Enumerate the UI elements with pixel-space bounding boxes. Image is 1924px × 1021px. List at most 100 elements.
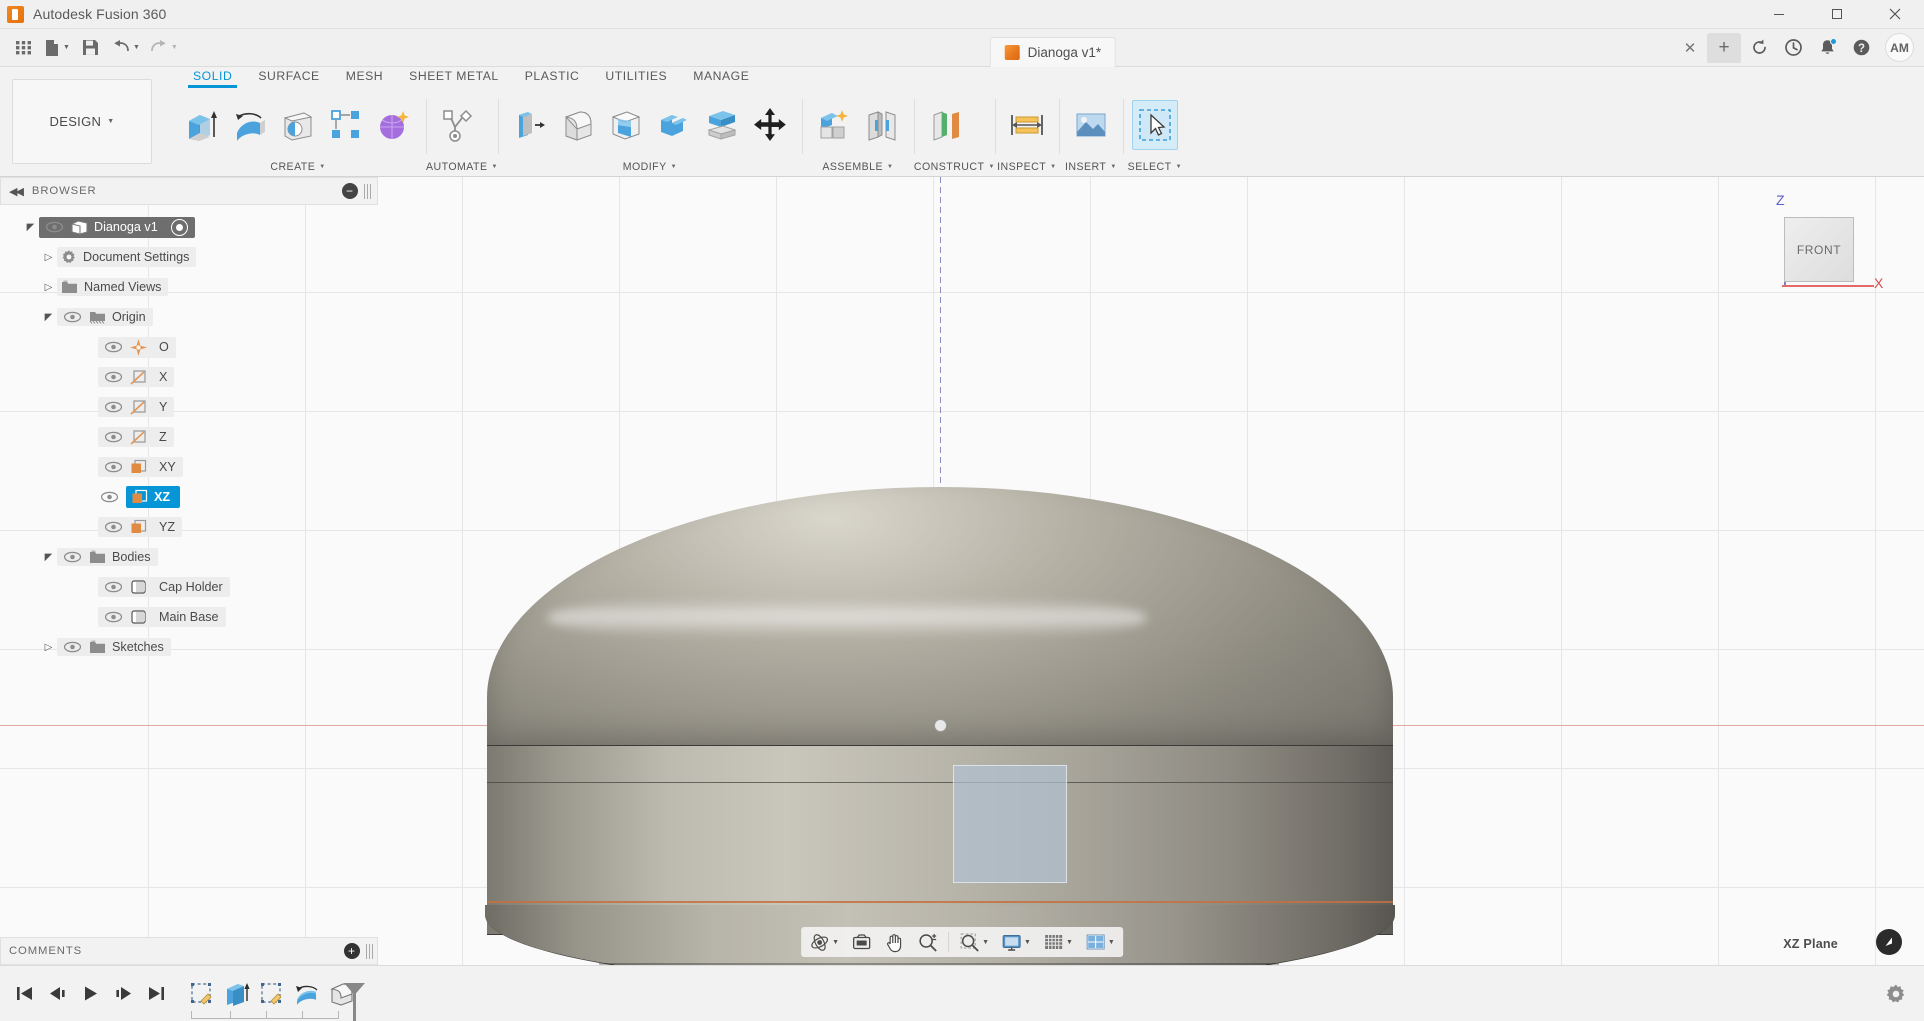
tree-item-origin-point-o[interactable]: O [0,332,378,362]
job-status-clock-icon[interactable] [1777,33,1809,63]
tree-item-origin-plane-xz[interactable]: XZ [0,482,378,512]
visibility-eye-icon[interactable] [43,221,65,233]
origin-point-marker[interactable] [934,719,947,732]
visibility-eye-icon[interactable] [61,311,83,323]
offset-plane-tool[interactable] [923,100,969,150]
help-icon[interactable]: ? [1845,33,1877,63]
pattern-tool[interactable] [323,100,369,150]
look-at-button[interactable] [846,928,877,956]
zoom-button[interactable] [912,928,943,956]
ribbon-group-label-construct[interactable]: CONSTRUCT ▼ [914,157,995,176]
ribbon-group-label-assemble[interactable]: ASSEMBLE ▼ [802,157,914,176]
user-avatar[interactable]: AM [1885,33,1914,62]
viewports-button[interactable]: ▼ [1080,928,1120,956]
measure-tool[interactable] [1004,100,1050,150]
extrude-tool[interactable] [179,100,225,150]
app-grid-button[interactable] [8,33,38,63]
visibility-eye-icon[interactable] [102,431,124,443]
workspace-selector[interactable]: DESIGN ▼ [12,79,152,164]
tree-item-body-cap-holder[interactable]: Cap Holder [0,572,378,602]
expand-arrow-icon[interactable]: ◤ [40,552,57,563]
tab-manage[interactable]: MANAGE [680,67,762,88]
joint-tool[interactable] [859,100,905,150]
tree-item-sketches[interactable]: ▷ Sketches [0,632,378,662]
ribbon-group-label-automate[interactable]: AUTOMATE ▼ [426,157,498,176]
ribbon-group-label-create[interactable]: CREATE ▼ [170,157,426,176]
grid-snaps-button[interactable]: ▼ [1038,928,1078,956]
display-settings-button[interactable]: ▼ [996,928,1036,956]
maximize-button[interactable] [1808,0,1866,29]
close-document-tab-button[interactable]: ✕ [1675,33,1705,63]
visibility-eye-icon[interactable] [102,341,124,353]
split-body-tool[interactable] [699,100,745,150]
fillet-tool[interactable] [555,100,601,150]
expand-arrow-icon[interactable]: ◤ [40,312,57,323]
tree-item-named-views[interactable]: ▷ Named Views [0,272,378,302]
tree-item-body-main-base[interactable]: Main Base [0,602,378,632]
automated-modeling-tool[interactable] [435,100,481,150]
new-component-tool[interactable] [811,100,857,150]
ribbon-group-label-inspect[interactable]: INSPECT ▼ [995,157,1059,176]
visibility-eye-icon[interactable] [102,461,124,473]
select-tool[interactable] [1131,100,1178,150]
visibility-eye-icon[interactable] [102,371,124,383]
tab-solid[interactable]: SOLID [180,67,245,88]
tree-item-origin[interactable]: ◤ Origin [0,302,378,332]
shell-tool[interactable] [603,100,649,150]
insert-image-tool[interactable] [1068,100,1114,150]
tree-item-origin-axis-y[interactable]: Y [0,392,378,422]
tree-item-origin-plane-xy[interactable]: XY [0,452,378,482]
tab-mesh[interactable]: MESH [333,67,396,88]
fusion-status-icon[interactable] [1876,929,1902,955]
collapse-panel-button[interactable]: ◀◀ [9,185,24,198]
tab-utilities[interactable]: UTILITIES [592,67,680,88]
browser-resize-handle[interactable] [364,183,371,199]
visibility-eye-icon[interactable] [102,611,124,623]
tree-item-dianoga-v1[interactable]: ◤ Dianoga v1 [0,212,378,242]
redo-button[interactable]: ▼ [146,33,182,63]
visibility-eye-icon[interactable] [102,521,124,533]
tab-plastic[interactable]: PLASTIC [512,67,593,88]
revolve-tool[interactable] [227,100,273,150]
view-cube[interactable]: Z X FRONT [1748,187,1883,307]
minimize-panel-button[interactable]: − [342,183,358,199]
close-button[interactable] [1866,0,1924,29]
tab-sheet-metal[interactable]: SHEET METAL [396,67,512,88]
new-document-tab-button[interactable]: + [1707,32,1741,63]
visibility-eye-icon[interactable] [102,581,124,593]
combine-tool[interactable] [651,100,697,150]
sync-refresh-icon[interactable] [1743,33,1775,63]
visibility-eye-icon[interactable] [98,491,120,503]
ribbon-group-label-insert[interactable]: INSERT ▼ [1059,157,1123,176]
tree-item-origin-plane-yz[interactable]: YZ [0,512,378,542]
collapse-arrow-icon[interactable]: ▷ [40,282,57,293]
orbit-button[interactable]: ▼ [804,928,844,956]
viewcube-front-face[interactable]: FRONT [1784,217,1854,282]
new-file-button[interactable]: ▼ [40,33,74,63]
document-tab-dianoga[interactable]: Dianoga v1* [989,36,1117,67]
press-pull-tool[interactable] [507,100,553,150]
collapse-arrow-icon[interactable]: ▷ [40,642,57,653]
collapse-arrow-icon[interactable]: ▷ [40,252,57,263]
xz-plane-preview-rectangle[interactable] [953,765,1067,883]
hole-tool[interactable] [275,100,321,150]
tree-item-origin-axis-z[interactable]: Z [0,422,378,452]
tree-item-bodies[interactable]: ◤ Bodies [0,542,378,572]
ribbon-group-label-modify[interactable]: MODIFY ▼ [498,157,802,176]
move-copy-tool[interactable] [747,100,793,150]
tree-item-document-settings[interactable]: ▷ Document Settings [0,242,378,272]
tab-surface[interactable]: SURFACE [245,67,332,88]
timeline-settings-gear-icon[interactable] [1882,980,1910,1008]
minimize-button[interactable] [1750,0,1808,29]
visibility-eye-icon[interactable] [61,551,83,563]
tree-item-origin-axis-x[interactable]: X [0,362,378,392]
notifications-bell-icon[interactable] [1811,33,1843,63]
activate-component-radio[interactable] [170,218,188,236]
zoom-window-button[interactable]: ▼ [954,928,994,956]
pan-button[interactable] [879,928,910,956]
visibility-eye-icon[interactable] [61,641,83,653]
form-tool[interactable] [371,100,417,150]
undo-button[interactable]: ▼ [108,33,144,63]
visibility-eye-icon[interactable] [102,401,124,413]
ribbon-group-label-select[interactable]: SELECT ▼ [1123,157,1187,176]
